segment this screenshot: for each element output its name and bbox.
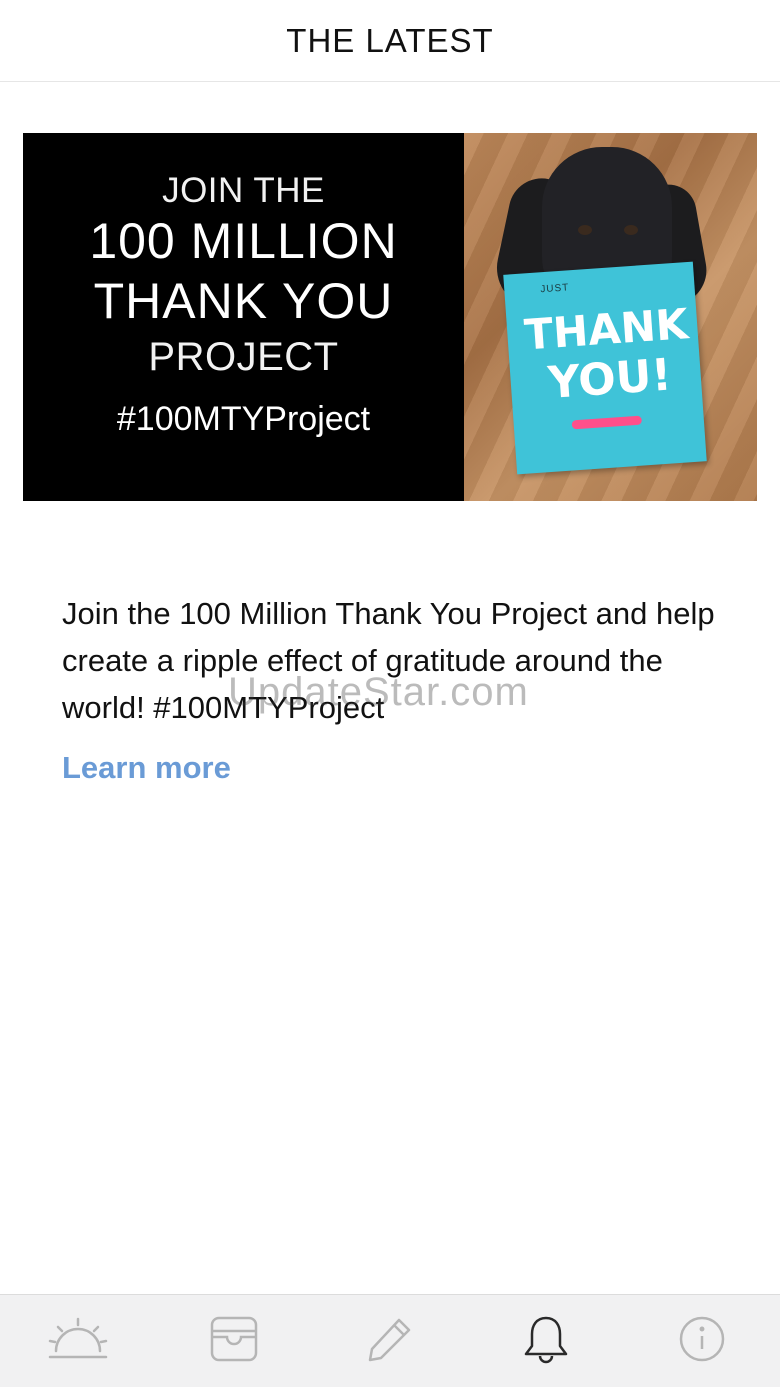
dog-eye-left xyxy=(578,225,592,235)
tab-info[interactable] xyxy=(662,1301,742,1381)
dog-eye-right xyxy=(624,225,638,235)
post-description: Join the 100 Million Thank You Project a… xyxy=(62,596,715,725)
bell-icon xyxy=(523,1314,569,1369)
banner-hashtag: #100MTYProject xyxy=(116,400,371,438)
app-header: THE LATEST xyxy=(0,0,780,82)
card-small-text: JUST xyxy=(540,282,570,296)
tab-wallet[interactable] xyxy=(194,1301,274,1381)
card-underline xyxy=(571,415,643,430)
learn-more-link[interactable]: Learn more xyxy=(62,750,231,786)
tab-write[interactable] xyxy=(350,1301,430,1381)
promo-banner-image[interactable]: JOIN THE 100 MILLION THANK YOU PROJECT #… xyxy=(23,133,757,501)
pencil-icon xyxy=(367,1316,413,1367)
info-icon xyxy=(678,1315,726,1368)
wallet-icon xyxy=(209,1315,259,1368)
bottom-tab-bar xyxy=(0,1294,780,1387)
banner-line-project: PROJECT xyxy=(148,335,339,379)
thank-you-card: JUST THANK YOU! xyxy=(503,261,707,475)
card-you-text: YOU! xyxy=(546,349,674,409)
banner-line-million: 100 MILLION xyxy=(89,213,398,269)
banner-line-thankyou: THANK YOU xyxy=(93,273,394,329)
tab-today[interactable] xyxy=(38,1301,118,1381)
banner-line-join: JOIN THE xyxy=(162,171,325,210)
banner-text-panel: JOIN THE 100 MILLION THANK YOU PROJECT #… xyxy=(23,133,464,501)
tab-notifications[interactable] xyxy=(506,1301,586,1381)
dog-photo: JUST THANK YOU! xyxy=(464,133,757,501)
sunrise-icon xyxy=(48,1317,108,1366)
page-title: THE LATEST xyxy=(286,21,494,59)
